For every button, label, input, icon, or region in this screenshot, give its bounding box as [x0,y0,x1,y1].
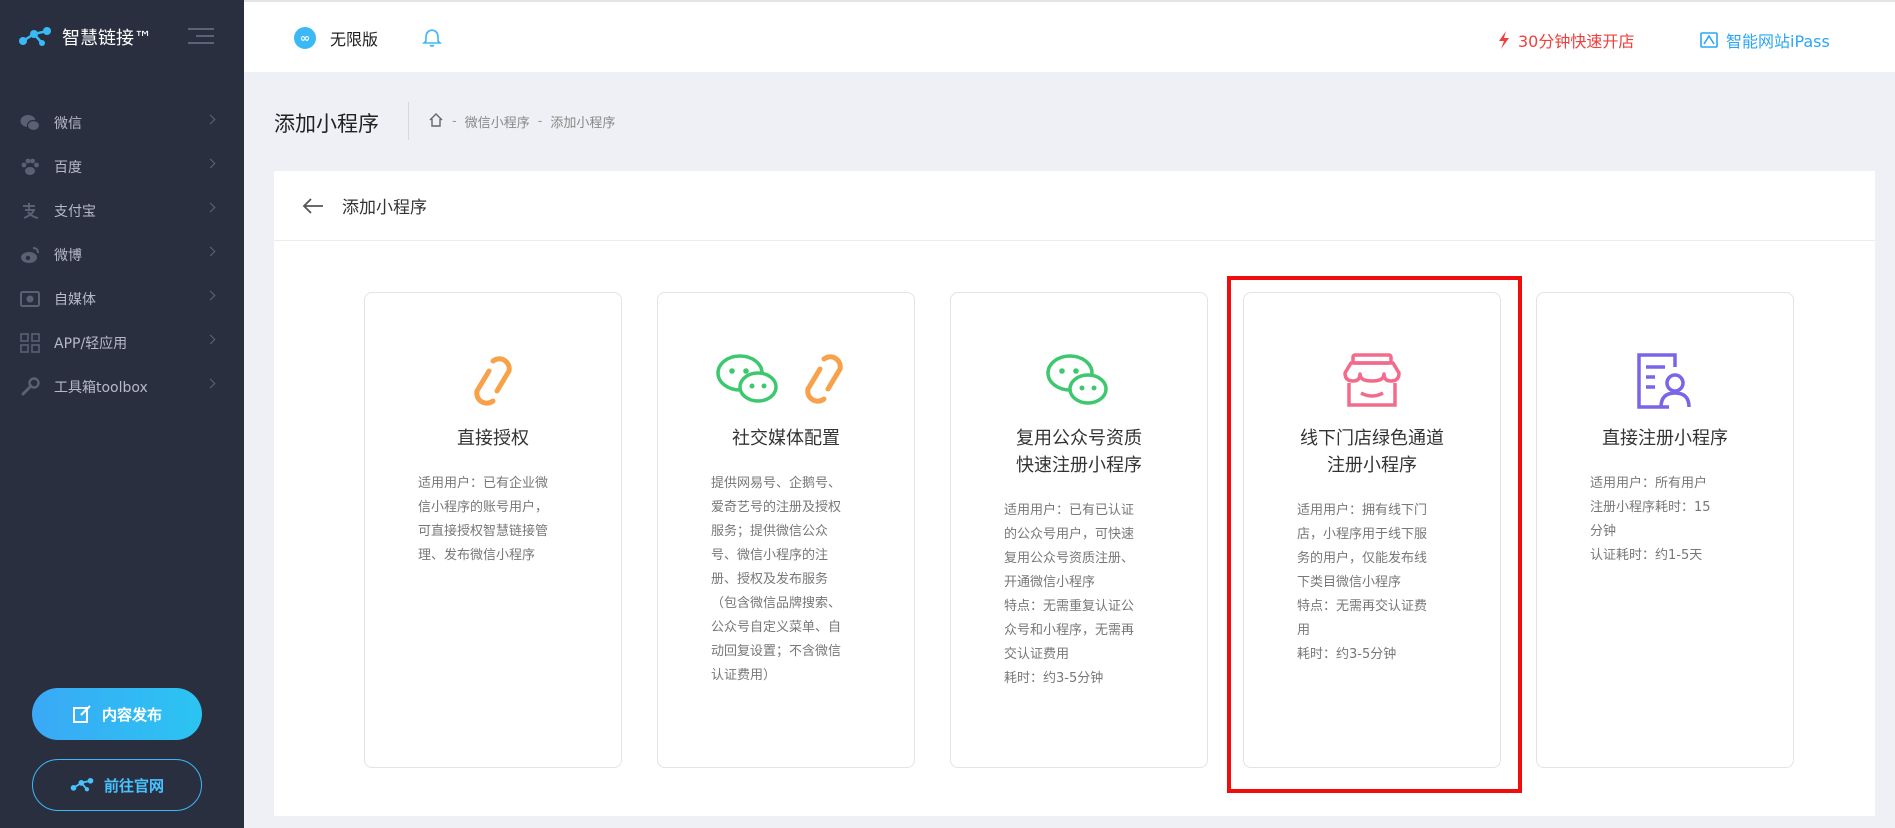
panel-header: 添加小程序 [274,171,1875,241]
sidebar-item-weibo[interactable]: 微博 [0,233,244,277]
ipass-icon [1700,32,1718,48]
sidebar-item-baidu[interactable]: 百度 [0,145,244,189]
option-card-social-media[interactable]: 社交媒体配置 提供网易号、企鹅号、 爱奇艺号的注册及授权 服务；提供微信公众 号、微信… [657,292,915,768]
chevron-right-icon [205,290,216,301]
chevron-right-icon [205,158,216,169]
card-description: 适用用户：已有已认证 的公众号用户，可快速 复用公众号资质注册、 开通微信小程序 特点：… [1004,503,1135,686]
id-card-icon [1537,351,1793,411]
lightning-icon [1498,31,1510,49]
home-icon[interactable] [428,112,444,131]
breadcrumb-item: 添加小程序 [550,116,616,131]
logo-text: 智慧链接™ [62,28,152,49]
site-button-label: 前往官网 [103,776,164,795]
sidebar-item-wechat[interactable]: 微信 [0,101,244,145]
paw-icon [20,157,40,177]
sidebar-item-label: APP/轻应用 [54,336,128,352]
page-title: 添加小程序 [274,112,379,136]
quick-open-label: 30分钟快速开店 [1518,32,1635,51]
logo-icon [19,27,51,46]
wrench-icon [20,377,40,397]
chevron-right-icon [205,378,216,389]
content-panel: 添加小程序 直接授权 适用用户：已有企业微 信小程序的账号用户， 可直接授权智慧链接… [274,171,1875,816]
sidebar-item-alipay[interactable]: 支付宝 [0,189,244,233]
title-divider [408,102,409,140]
chevron-right-icon [205,202,216,213]
option-card-reuse-official-account[interactable]: 复用公众号资质 快速注册小程序 适用用户：已有已认证 的公众号用户，可快速 复用公众号… [950,292,1208,768]
bell-icon[interactable] [422,28,442,52]
sidebar-item-app[interactable]: APP/轻应用 [0,321,244,365]
highlight-frame [1227,276,1522,793]
breadcrumb-separator: - [452,114,457,129]
sidebar-nav: 微信 百度 支付宝 微博 自媒体 APP/轻应用 工具箱toolbox [0,101,244,409]
wechat-link-icon [658,351,914,411]
chevron-right-icon [205,334,216,345]
breadcrumb-item[interactable]: 微信小程序 [465,112,530,131]
sidebar-item-label: 工具箱toolbox [54,380,148,396]
back-arrow-icon[interactable] [302,197,324,215]
top-header: ∞ 无限版 30分钟快速开店 智能网站iPass [244,0,1895,72]
edit-icon [72,704,92,724]
wechat-icon [20,113,40,133]
visit-website-button[interactable]: 前往官网 [32,759,202,811]
quick-open-store-link[interactable]: 30分钟快速开店 [1498,28,1634,52]
chevron-right-icon [205,246,216,257]
card-description: 适用用户：所有用户 注册小程序耗时：15 分钟 认证耗时：约1-5天 [1590,476,1711,563]
app-grid-icon [20,333,40,353]
publish-content-button[interactable]: 内容发布 [32,688,202,740]
sidebar-item-label: 百度 [54,160,82,176]
link-icon [365,351,621,411]
breadcrumb-separator: - [537,114,543,129]
sidebar-item-media[interactable]: 自媒体 [0,277,244,321]
card-title: 直接授权 [457,428,529,449]
publish-button-label: 内容发布 [101,705,162,724]
alipay-icon [20,201,40,221]
card-title: 直接注册小程序 [1602,428,1728,449]
sidebar-item-toolbox[interactable]: 工具箱toolbox [0,365,244,409]
ipass-link[interactable]: 智能网站iPass [1700,28,1830,52]
card-description: 适用用户：已有企业微 信小程序的账号用户， 可直接授权智慧链接管 理、发布微信小程序 [418,476,549,563]
chevron-right-icon [205,114,216,125]
card-description: 提供网易号、企鹅号、 爱奇艺号的注册及授权 服务；提供微信公众 号、微信小程序的注 册、… [711,476,842,683]
option-card-direct-register[interactable]: 直接注册小程序 适用用户：所有用户 注册小程序耗时：15 分钟 认证耗时：约1-5天 [1536,292,1794,768]
edition-indicator[interactable]: ∞ 无限版 [294,26,378,50]
sidebar-item-label: 微博 [54,248,82,264]
sidebar: 智慧链接™ 微信 百度 支付宝 微博 自媒体 APP/轻应用 工具箱toolbo… [0,0,244,828]
menu-toggle-icon[interactable] [188,28,214,48]
sidebar-item-label: 支付宝 [54,204,96,220]
weibo-icon [20,245,40,265]
media-icon [20,289,40,309]
logo-icon [70,777,94,793]
logo[interactable]: 智慧链接™ [18,22,152,52]
sidebar-item-label: 微信 [54,116,82,132]
card-title: 社交媒体配置 [732,428,840,449]
breadcrumb: - 微信小程序 - 添加小程序 [428,112,615,131]
card-title: 复用公众号资质 快速注册小程序 [1016,428,1142,476]
ipass-label: 智能网站iPass [1726,32,1830,51]
edition-label: 无限版 [330,30,379,49]
option-card-direct-authorize[interactable]: 直接授权 适用用户：已有企业微 信小程序的账号用户， 可直接授权智慧链接管 理、发布微… [364,292,622,768]
infinity-icon: ∞ [294,27,316,49]
sidebar-item-label: 自媒体 [54,292,96,308]
panel-title: 添加小程序 [342,198,427,218]
wechat-icon [951,351,1207,411]
